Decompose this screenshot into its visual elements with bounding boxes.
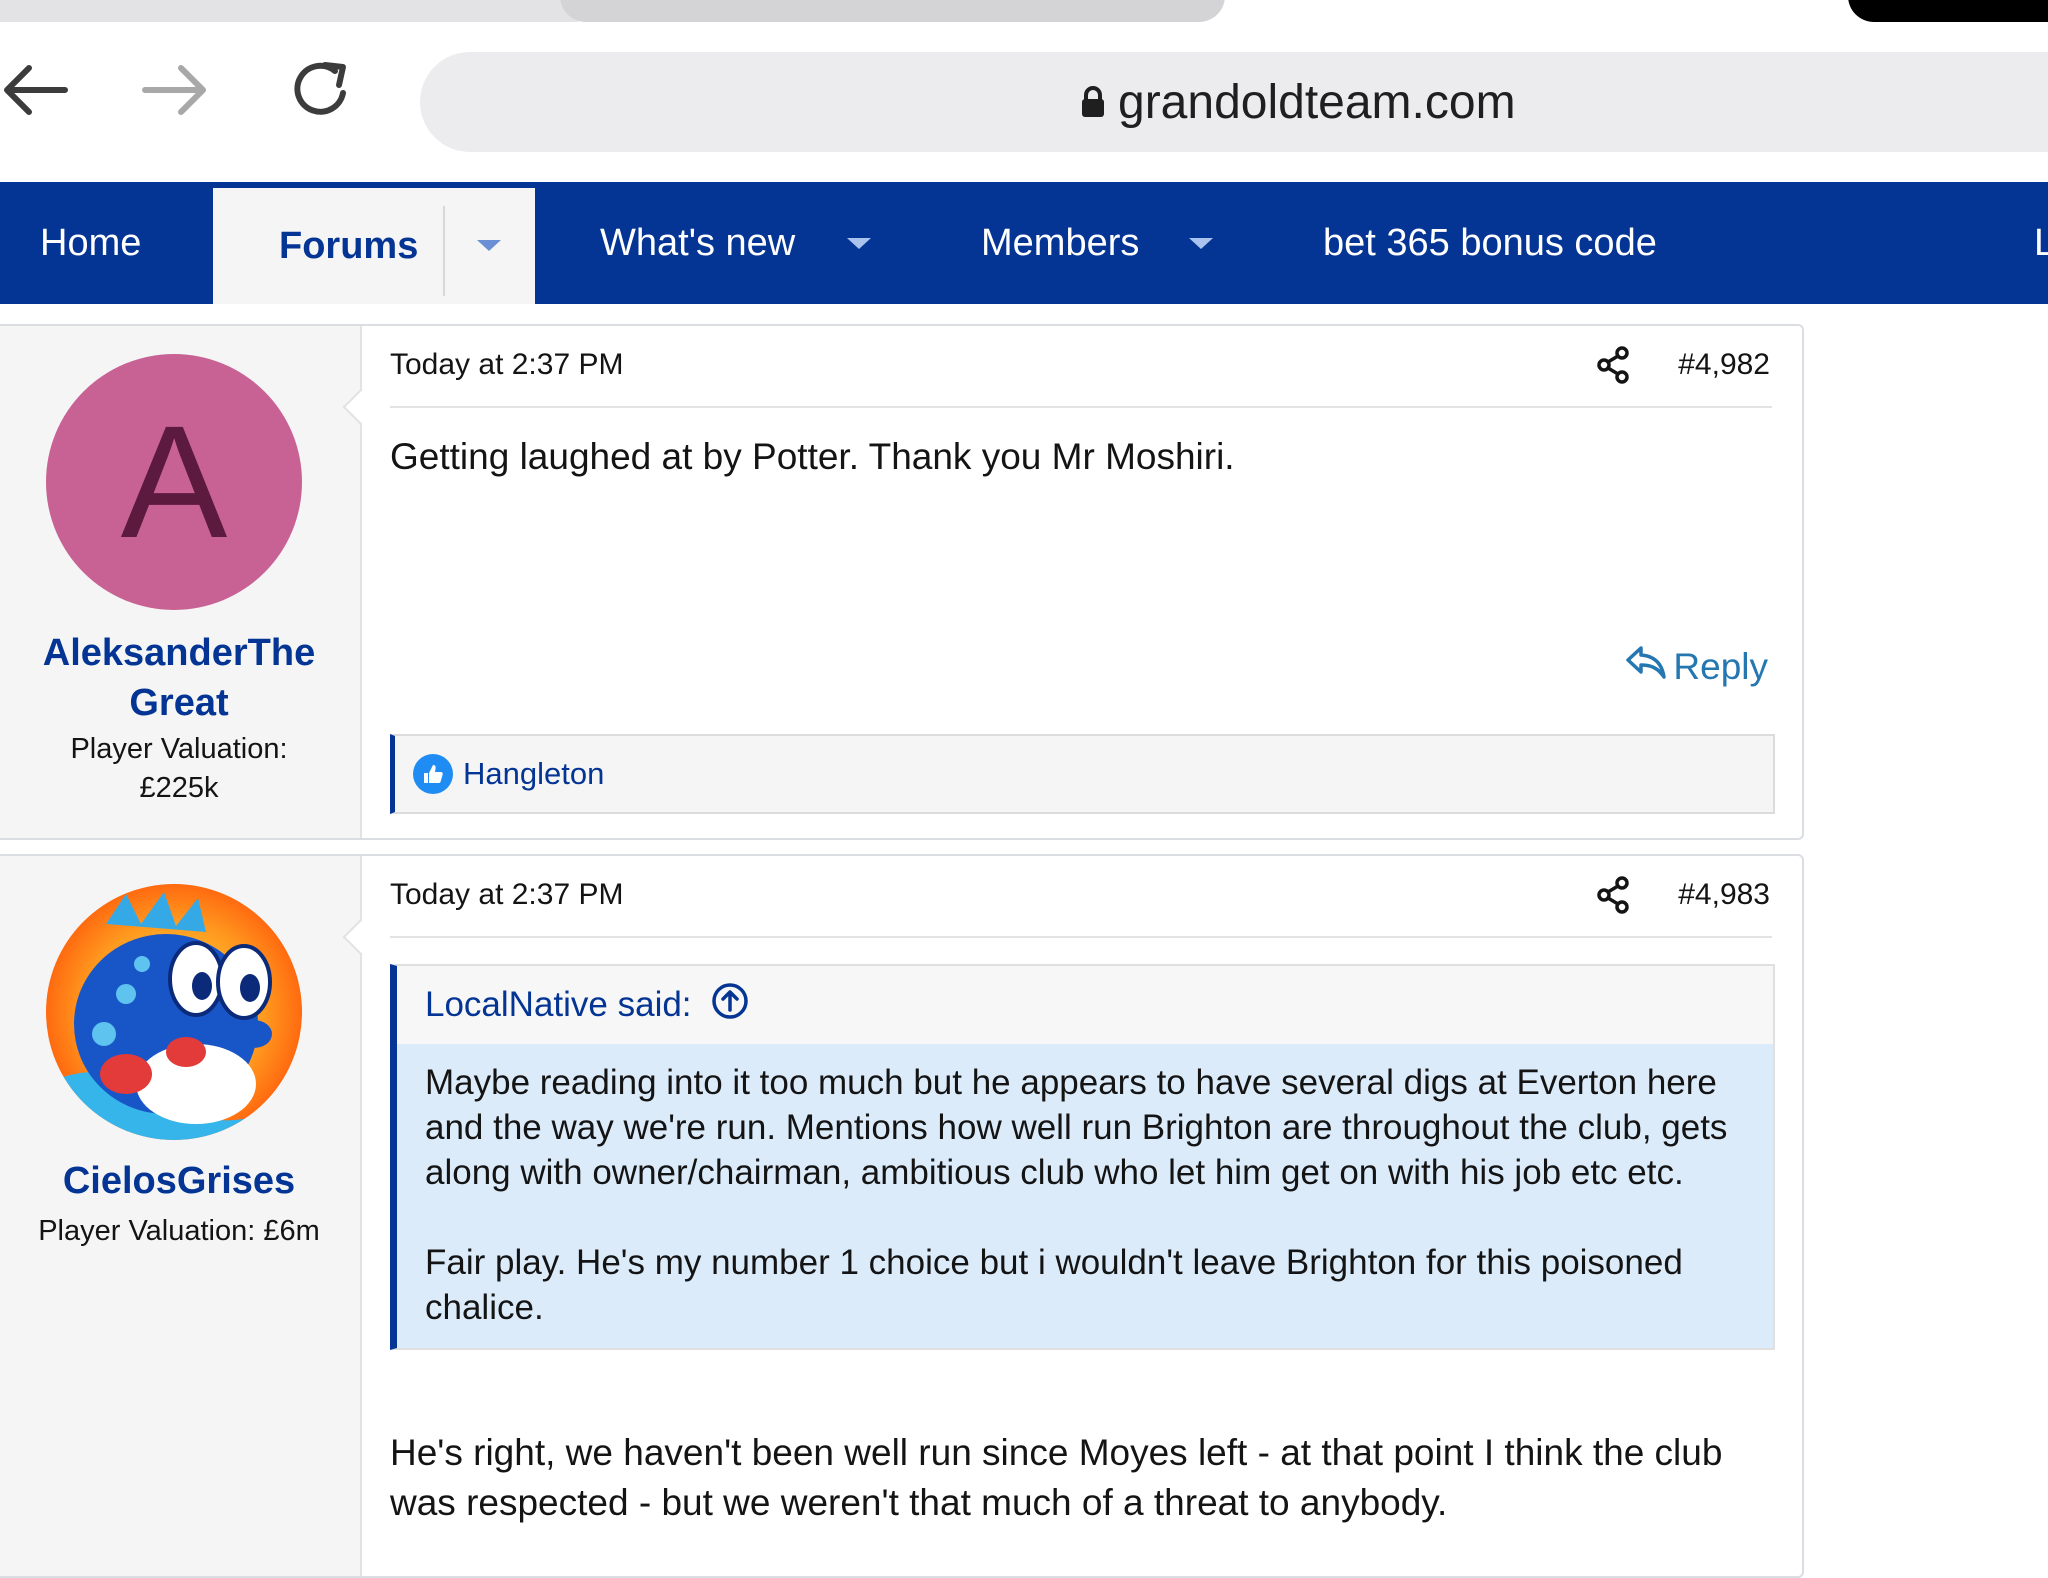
quote-header[interactable]: LocalNative said: [397, 966, 1773, 1044]
quote-author[interactable]: LocalNative said: [425, 985, 692, 1025]
reply-label: Reply [1673, 645, 1768, 687]
nav-forums[interactable]: Forums [213, 188, 535, 304]
nav-whats-new-label: What's new [600, 221, 796, 264]
quote-paragraph: Fair play. He's my number 1 choice but i… [425, 1243, 1683, 1327]
user-info-column: A AleksanderThe Great Player Valuation: … [0, 326, 362, 838]
browser-tab-active[interactable] [560, 0, 1225, 22]
url-display[interactable]: grandoldteam.com [1080, 72, 1516, 132]
post-number[interactable]: #4,983 [1678, 878, 1770, 912]
nav-whats-new[interactable]: What's new [600, 182, 872, 304]
message-header: Today at 2:37 PM #4,983 [390, 856, 1772, 938]
back-arrow-icon [0, 60, 69, 120]
browser-tab[interactable] [1848, 0, 2048, 22]
username-line: AleksanderThe [42, 632, 316, 674]
arrow-up-circle-icon[interactable] [710, 981, 750, 1030]
avatar[interactable]: A [46, 354, 302, 610]
post-date[interactable]: Today at 2:37 PM [390, 348, 623, 382]
username-link[interactable]: AleksanderThe Great [8, 628, 350, 728]
back-button[interactable] [0, 50, 74, 130]
chevron-down-icon[interactable] [847, 237, 872, 249]
quote-block: LocalNative said: Maybe reading into it … [390, 964, 1775, 1350]
bubble-dragon-avatar-icon [46, 884, 302, 1140]
user-title: Player Valuation: £6m [38, 1215, 320, 1247]
post-date[interactable]: Today at 2:37 PM [390, 878, 623, 912]
quote-paragraph: Maybe reading into it too much but he ap… [425, 1063, 1728, 1192]
lock-icon [1080, 75, 1106, 130]
browser-tab[interactable] [0, 0, 600, 22]
nav-truncated-label: L [2034, 221, 2048, 264]
reply-arrow-icon [1625, 644, 1667, 689]
post-body: He's right, we haven't been well run sin… [390, 1432, 1723, 1523]
nav-members-label: Members [981, 221, 1140, 264]
message-area: Today at 2:37 PM #4,983 LocalNative said… [390, 856, 1775, 1576]
reload-button[interactable] [282, 50, 362, 130]
browser-tab-strip [0, 0, 2048, 40]
reaction-user-link[interactable]: Hangleton [463, 756, 604, 792]
forward-arrow-icon [141, 60, 211, 120]
reply-button[interactable]: Reply [1625, 644, 1768, 689]
message-area: Today at 2:37 PM #4,982 Getting laughed … [390, 326, 1775, 838]
post-number[interactable]: #4,982 [1678, 348, 1770, 382]
reactions-bar: Hangleton [390, 734, 1775, 814]
user-title-line: Player Valuation: [70, 733, 288, 765]
site-navigation: Home Forums What's new Members bet 365 b… [0, 182, 2048, 310]
username-line: Great [129, 682, 229, 724]
nav-members[interactable]: Members [981, 182, 1214, 304]
quote-body: Maybe reading into it too much but he ap… [397, 1044, 1773, 1348]
share-icon[interactable] [1596, 346, 1630, 389]
post-body: Getting laughed at by Potter. Thank you … [390, 436, 1235, 477]
user-title-line: £225k [139, 772, 219, 804]
like-icon [413, 754, 453, 794]
chevron-down-icon[interactable] [477, 240, 501, 251]
avatar-letter: A [120, 392, 228, 571]
user-title: Player Valuation: £225k [8, 730, 350, 808]
chevron-down-icon[interactable] [1189, 237, 1214, 249]
avatar[interactable] [46, 884, 302, 1140]
post-4983: CielosGrises Player Valuation: £6m Today… [0, 854, 1804, 1578]
message-header: Today at 2:37 PM #4,982 [390, 326, 1772, 408]
share-icon[interactable] [1596, 876, 1630, 919]
nav-forums-label: Forums [279, 224, 419, 267]
username-link[interactable]: CielosGrises [8, 1156, 350, 1206]
post-4982: A AleksanderThe Great Player Valuation: … [0, 324, 1804, 840]
nav-divider [443, 206, 445, 296]
thread-content: A AleksanderThe Great Player Valuation: … [0, 304, 2048, 1578]
nav-home-label: Home [40, 221, 142, 264]
nav-bet365-label: bet 365 bonus code [1323, 221, 1657, 264]
url-text: grandoldteam.com [1118, 75, 1516, 129]
user-info-column: CielosGrises Player Valuation: £6m [0, 856, 362, 1576]
forward-button[interactable] [136, 50, 216, 130]
nav-bet365-bonus-code[interactable]: bet 365 bonus code [1323, 182, 1657, 304]
reload-icon [287, 55, 357, 125]
nav-home[interactable]: Home [40, 182, 141, 304]
nav-item-truncated[interactable]: L [2034, 182, 2048, 304]
